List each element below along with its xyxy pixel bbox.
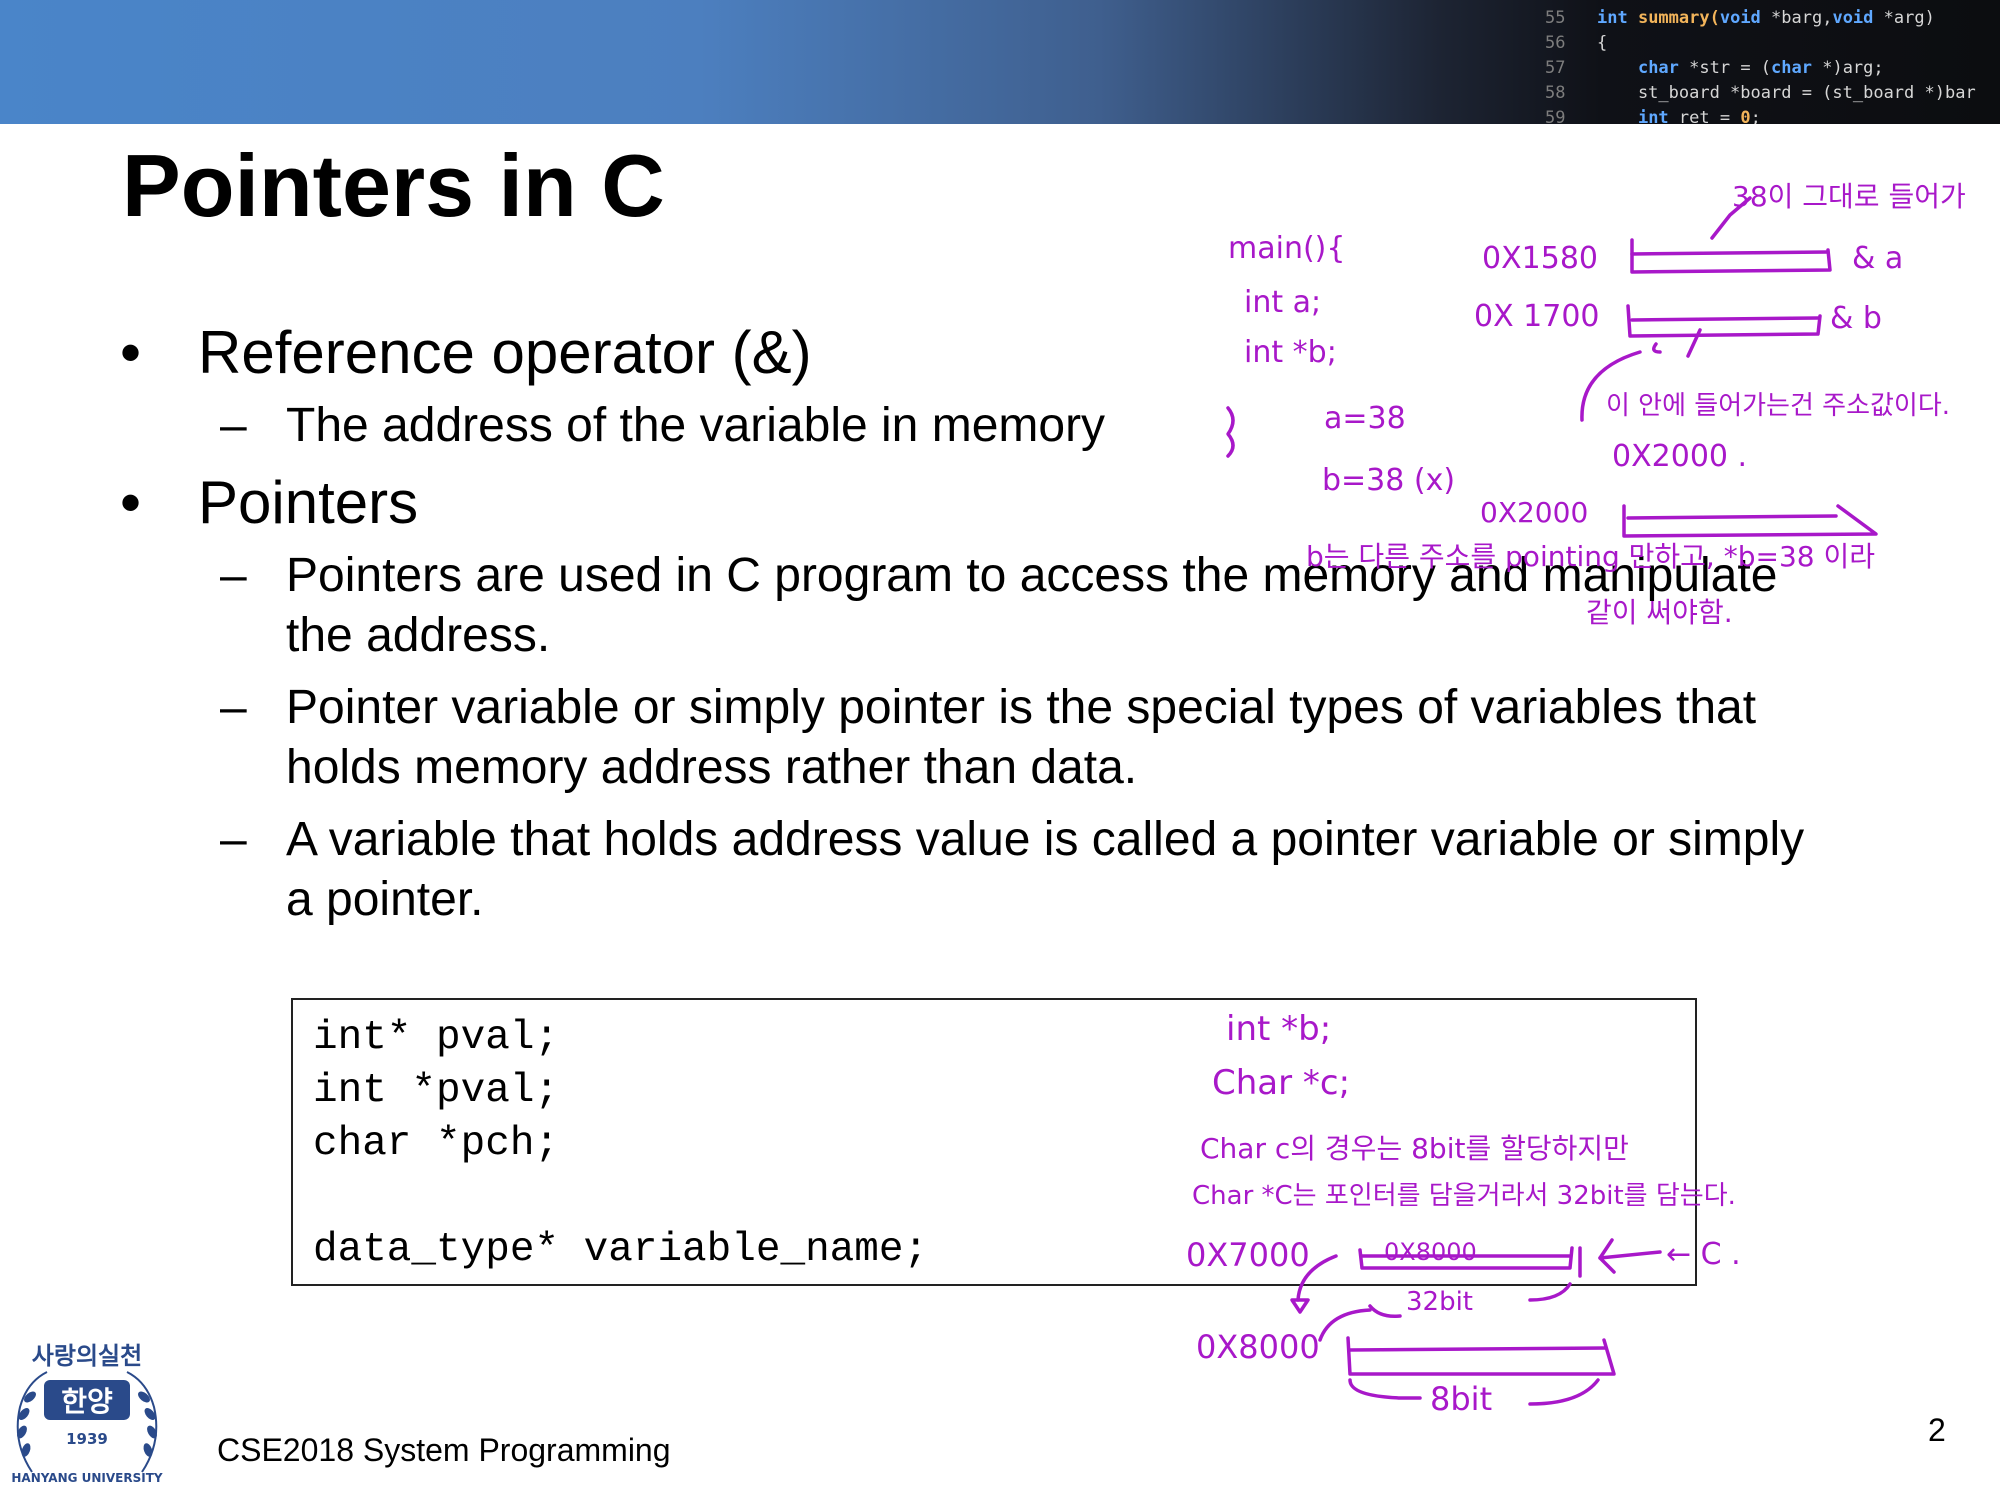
bullet-dot: • <box>120 319 142 386</box>
sub-bullet: – Pointer variable or simply pointer is … <box>120 678 1840 798</box>
note-addr-a: 0X1580 <box>1482 241 1598 276</box>
code-token: int <box>1597 8 1638 28</box>
banner-code-line: 59 int ret = 0; <box>1545 106 2000 124</box>
sub-bullet: – Pointers are used in C program to acce… <box>120 546 1840 666</box>
banner-code-line: 57 char *str = (char *)arg; <box>1545 56 2000 81</box>
note-main-open: main(){ <box>1228 231 1345 266</box>
sub-bullet-text: Pointer variable or simply pointer is th… <box>286 681 1757 794</box>
note-int-a: int a; <box>1244 285 1321 320</box>
sub-bullet: – The address of the variable in memory <box>120 396 1840 456</box>
code-line: int *pval; <box>313 1068 560 1114</box>
code-token: *str = ( <box>1689 58 1772 78</box>
code-token: { <box>1597 33 1608 53</box>
code-token: summary( <box>1637 8 1720 28</box>
code-token: void <box>1719 8 1772 28</box>
note-38-stored: 38이 그대로 들어가 <box>1732 180 1966 213</box>
bullet-list: • Reference operator (&) – The address o… <box>120 318 1840 942</box>
logo-name: 한양 <box>61 1385 113 1418</box>
code-token: int <box>1637 108 1679 124</box>
sub-bullet-dash: – <box>220 681 247 734</box>
logo-arc-text: 사랑의실천 <box>32 1342 142 1370</box>
sub-bullet-text: A variable that holds address value is c… <box>286 813 1805 926</box>
code-token: *barg, <box>1771 8 1833 28</box>
code-token: void <box>1832 8 1884 28</box>
sub-bullet-text: Pointers are used in C program to access… <box>286 549 1778 662</box>
note-label-a: & a <box>1852 241 1903 276</box>
line-number: 59 <box>1545 108 1566 124</box>
logo-bottom-text: HANYANG UNIVERSITY <box>11 1471 163 1485</box>
code-line: int* pval; <box>313 1015 560 1061</box>
slide-title: Pointers in C <box>122 136 665 235</box>
note-32bit: 32bit <box>1406 1287 1473 1317</box>
bullet-text: Pointers <box>198 469 419 536</box>
university-seal-logo: 사랑의실천 한양 1939 HANYANG UNIVERSITY <box>11 1342 163 1485</box>
line-number: 57 <box>1545 58 1566 78</box>
bullet-reference-operator: • Reference operator (&) <box>120 318 1840 388</box>
note-8bit: 8bit <box>1430 1380 1492 1418</box>
code-line: data_type* variable_name; <box>313 1227 929 1273</box>
page-number: 2 <box>1928 1412 1946 1448</box>
code-token: char <box>1771 58 1823 78</box>
sub-bullet-text: The address of the variable in memory <box>286 399 1106 452</box>
code-example-box: int* pval; int *pval; char *pch; data_ty… <box>291 998 1697 1286</box>
sub-bullet-dash: – <box>220 813 247 866</box>
note-addr-8000: 0X8000 <box>1196 1328 1320 1366</box>
bullet-dot: • <box>120 469 142 536</box>
header-banner: 55 int summary(void *barg,void *arg) 56{57… <box>0 0 2000 124</box>
code-token: *)arg; <box>1822 58 1884 78</box>
code-token: ret = <box>1678 108 1741 124</box>
code-token: char <box>1637 58 1690 78</box>
line-number: 56 <box>1545 33 1566 53</box>
sub-bullet: – A variable that holds address value is… <box>120 810 1840 930</box>
sub-bullet-dash: – <box>220 399 247 452</box>
line-number: 55 <box>1545 8 1566 28</box>
code-line: char *pch; <box>313 1121 560 1167</box>
banner-code-line: 55 int summary(void *barg,void *arg) <box>1545 6 2000 31</box>
line-number: 58 <box>1545 83 1566 103</box>
code-token: 0 <box>1740 108 1751 124</box>
code-token: st_board *board = (st_board *)bar <box>1597 83 1976 103</box>
code-token: ; <box>1750 108 1761 124</box>
bullet-pointers: • Pointers <box>120 468 1840 538</box>
code-token: *arg) <box>1883 8 1935 28</box>
sub-bullet-dash: – <box>220 549 247 602</box>
footer-course-name: CSE2018 System Programming <box>217 1432 671 1468</box>
banner-code-line: 58 st_board *board = (st_board *)bar <box>1545 81 2000 106</box>
bullet-text: Reference operator (&) <box>198 319 812 386</box>
logo-year: 1939 <box>66 1430 108 1448</box>
banner-code-snippet: 55 int summary(void *barg,void *arg) 56{57… <box>1545 6 2000 124</box>
banner-code-line: 56 { <box>1545 31 2000 56</box>
